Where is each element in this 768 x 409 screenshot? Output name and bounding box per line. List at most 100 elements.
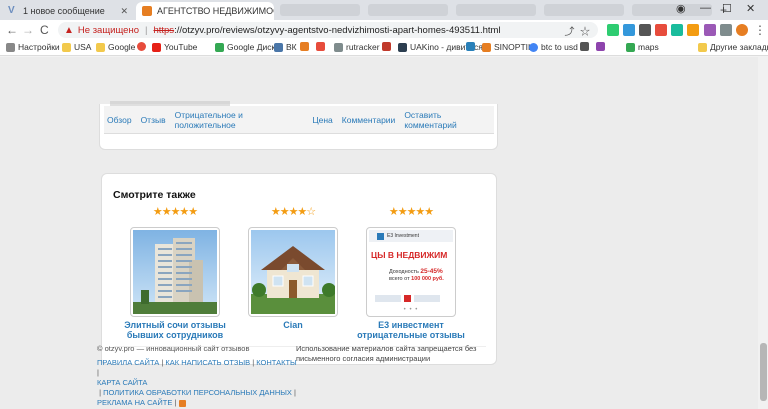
tab-title: 1 новое сообщение	[23, 6, 105, 16]
address-bar[interactable]: ▲ Не защищено | https ://otzyv.pro/revie…	[58, 22, 598, 38]
scrollbar[interactable]	[758, 57, 768, 409]
link-privacy[interactable]: ПОЛИТИКА ОБРАБОТКИ ПЕРСОНАЛЬНЫХ ДАННЫХ	[103, 388, 292, 397]
bookmark-orange[interactable]	[316, 42, 328, 51]
bookmark-pdf[interactable]	[382, 42, 394, 51]
ad-logo-b	[404, 295, 411, 302]
section-title: Смотрите также	[113, 189, 196, 201]
link-how-to-write[interactable]: КАК НАПИСАТЬ ОТЗЫВ	[165, 358, 250, 367]
bookmark-btc[interactable]: btc to usd	[529, 42, 578, 52]
pdf-icon	[382, 42, 391, 51]
url-path: ://otzyv.pro/reviews/otzyvy-agentstvo-ne…	[174, 24, 501, 36]
security-label[interactable]: Не защищено	[78, 25, 139, 36]
scrollbar-thumb[interactable]	[760, 343, 767, 401]
bookmark-b[interactable]	[137, 42, 149, 51]
footer-notice: Использование материалов сайта запрещает…	[296, 344, 477, 363]
drive-icon	[215, 42, 224, 52]
close-window-icon[interactable]: ✕	[746, 2, 755, 15]
extension-blue-icon[interactable]	[623, 24, 635, 36]
other-bookmarks[interactable]: Другие закладки	[698, 42, 768, 52]
share-icon[interactable]: ⤴	[564, 27, 574, 38]
extension-green-icon[interactable]	[607, 24, 619, 36]
rutracker-icon	[334, 42, 343, 52]
tab-agency[interactable]: АГЕНТСТВО НЕДВИЖИМОСТИ А ✕	[136, 2, 274, 20]
similar-item[interactable]: ★★★★★ Элитный сочи отзывы бывших сотрудн…	[116, 205, 234, 340]
rating-stars: ★★★★★	[152, 206, 198, 218]
footer-links: ПРАВИЛА САЙТА | КАК НАПИСАТЬ ОТЗЫВ | КОН…	[97, 358, 297, 407]
item-caption[interactable]: Элитный сочи отзывы бывших сотрудников	[116, 320, 234, 340]
window-account-icon[interactable]: ◉	[676, 2, 686, 15]
bookmark-settings[interactable]: Настройки	[6, 42, 60, 52]
reload-icon[interactable]: C	[40, 23, 49, 37]
link-rules[interactable]: ПРАВИЛА САЙТА	[97, 358, 159, 367]
similar-item[interactable]: ★★★★★ E3 Investment ЦЫ В НЕДВИЖИМ Доходн…	[352, 205, 470, 340]
extension-red-icon[interactable]	[655, 24, 667, 36]
bookmark-sinoptik[interactable]: SINOPTIK	[482, 42, 534, 52]
google-g-icon	[529, 42, 538, 52]
review-tabs: Обзор Отзыв Отрицательное и положительно…	[104, 106, 494, 134]
bookmark-flag[interactable]	[466, 42, 478, 51]
bookmark-extension[interactable]	[580, 42, 592, 51]
bookmark-vk[interactable]: ВК	[274, 42, 297, 52]
menu-dots-icon[interactable]: ⋮	[754, 23, 766, 37]
bookmark-youtube[interactable]: YouTube	[152, 42, 197, 52]
ad-banner: E3 Investment ЦЫ В НЕДВИЖИМ Доходность 2…	[369, 230, 453, 314]
link-advertising[interactable]: РЕКЛАМА НА САЙТЕ	[97, 398, 172, 407]
e3-logo-icon	[377, 232, 384, 240]
tab-review[interactable]: Отзыв	[141, 115, 166, 125]
omnibox-actions: ⤴ ☆	[564, 23, 590, 38]
similar-item[interactable]: ★★★★☆ Cian	[234, 205, 352, 330]
item-caption[interactable]: Cian	[234, 320, 352, 330]
bookmark-maps[interactable]: maps	[626, 42, 659, 52]
tab-leave-comment[interactable]: Оставить комментарий	[404, 110, 494, 130]
building-image	[133, 230, 217, 314]
ad-footer	[369, 295, 453, 302]
back-icon[interactable]: ←	[6, 23, 18, 37]
forward-icon[interactable]: →	[22, 23, 34, 37]
extension-badge-icon[interactable]	[687, 24, 699, 36]
tab-blurred[interactable]	[280, 4, 360, 16]
thumbnail[interactable]: E3 Investment ЦЫ В НЕДВИЖИМ Доходность 2…	[366, 227, 456, 317]
tab-blurred[interactable]	[544, 4, 624, 16]
bookmark-star-icon[interactable]: ☆	[580, 27, 590, 38]
minimize-icon[interactable]: —	[700, 2, 711, 14]
bookmark-usa[interactable]: USA	[62, 42, 91, 52]
rating-stars: ★★★★☆	[270, 206, 316, 218]
tab-overview[interactable]: Обзор	[107, 115, 132, 125]
skyscraper-illustration	[133, 238, 217, 314]
bookmark-rutracker[interactable]: rutracker	[334, 42, 380, 52]
separator: |	[144, 24, 148, 36]
extension-purple-icon[interactable]	[704, 24, 716, 36]
bookmark-bg[interactable]	[596, 42, 608, 51]
tab-price[interactable]: Цена	[312, 115, 332, 125]
maximize-icon[interactable]: ☐	[722, 2, 732, 15]
review-card-bottom: Обзор Отзыв Отрицательное и положительно…	[99, 101, 498, 150]
extension-gray-icon[interactable]	[639, 24, 651, 36]
link-sitemap[interactable]: КАРТА САЙТА	[97, 378, 147, 387]
folder-icon	[62, 42, 71, 52]
ad-headline: ЦЫ В НЕДВИЖИМ	[371, 250, 448, 260]
bookmark-google[interactable]: Google	[96, 42, 135, 52]
folder-icon	[698, 42, 707, 52]
tab-title: АГЕНТСТВО НЕДВИЖИМОСТИ А	[157, 6, 274, 16]
tab-blurred[interactable]	[456, 4, 536, 16]
tab-blurred[interactable]	[368, 4, 448, 16]
item-caption[interactable]: Е3 инвестмент отрицательные отзывы	[352, 320, 470, 340]
flag-icon	[466, 42, 475, 51]
tab-pros-cons[interactable]: Отрицательное и положительное	[175, 110, 304, 130]
ad-body: Доходность 25-45% всего от 100 000 руб.	[389, 268, 444, 282]
extension-teal-icon[interactable]	[671, 24, 683, 36]
b-icon	[137, 42, 146, 51]
bookmark-f[interactable]	[300, 42, 312, 51]
profile-avatar[interactable]	[736, 24, 748, 36]
tab-messages[interactable]: V 1 новое сообщение ✕	[2, 2, 134, 20]
close-tab-icon[interactable]: ✕	[116, 6, 128, 17]
link-contacts[interactable]: КОНТАКТЫ	[256, 358, 296, 367]
thumbnail[interactable]	[130, 227, 220, 317]
thumbnail[interactable]	[248, 227, 338, 317]
tab-comments[interactable]: Комментарии	[342, 115, 396, 125]
bookmark-drive[interactable]: Google Диск	[215, 42, 275, 52]
uakino-icon	[398, 42, 407, 52]
sinoptik-icon	[482, 42, 491, 52]
bg-icon	[596, 42, 605, 51]
download-icon[interactable]	[720, 24, 732, 36]
